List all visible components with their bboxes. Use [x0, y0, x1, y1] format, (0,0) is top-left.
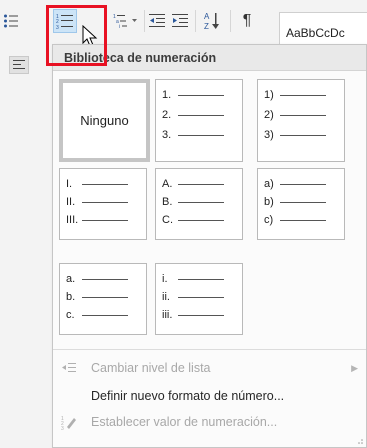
menu-item-label: Establecer valor de numeración... — [91, 415, 278, 429]
tile-row: 3) — [264, 128, 326, 142]
tile-row: I. — [66, 177, 128, 191]
numbering-none-tile[interactable]: Ninguno — [59, 79, 150, 162]
tile-row: ii. — [162, 290, 224, 304]
ribbon-separator — [195, 10, 196, 32]
tile-row: b) — [264, 195, 326, 209]
change-level-icon — [62, 363, 76, 372]
ribbon-separator — [144, 10, 145, 32]
bullets-icon — [4, 14, 18, 28]
sort-az-icon: A Z — [204, 12, 219, 31]
tile-row: iii. — [162, 308, 224, 322]
menu-item-label: Cambiar nivel de lista — [91, 361, 211, 375]
left-toolbar-strip — [0, 50, 48, 448]
tile-row: 2. — [162, 108, 224, 122]
change-list-level-menu-item[interactable]: Cambiar nivel de lista ▶ — [53, 355, 366, 381]
align-left-button[interactable] — [9, 56, 29, 74]
tile-row: a. — [66, 272, 128, 286]
numbering-tile-decimal-period[interactable]: 1. 2. 3. — [155, 79, 243, 162]
show-formatting-button[interactable]: ¶ — [238, 9, 256, 33]
sort-button[interactable]: A Z — [202, 9, 224, 33]
decrease-indent-icon — [149, 14, 165, 27]
tile-row: c. — [66, 308, 128, 322]
highlight-box — [46, 5, 107, 66]
numbering-tile-roman-lower[interactable]: i. ii. iii. — [155, 263, 243, 335]
pilcrow-icon: ¶ — [242, 12, 252, 29]
svg-text:A: A — [204, 12, 210, 21]
numbering-tile-alpha-lower-period[interactable]: a. b. c. — [59, 263, 147, 335]
menu-separator — [53, 349, 366, 350]
tile-row: c) — [264, 213, 326, 227]
define-number-format-menu-item[interactable]: Definir nuevo formato de número... — [53, 383, 366, 409]
svg-text:Z: Z — [204, 22, 209, 31]
svg-text:i: i — [119, 24, 120, 29]
increase-indent-icon — [172, 14, 188, 27]
numbering-tile-decimal-paren[interactable]: 1) 2) 3) — [257, 79, 345, 162]
tile-row: 1) — [264, 88, 326, 102]
svg-text:3: 3 — [61, 426, 64, 430]
tile-row: B. — [162, 195, 224, 209]
tile-row: i. — [162, 272, 224, 286]
tile-row: a) — [264, 177, 326, 191]
tile-row: 1. — [162, 88, 224, 102]
numbering-dropdown-panel: Biblioteca de numeración Ninguno 1. 2. 3… — [52, 44, 367, 448]
tile-row: C. — [162, 213, 224, 227]
increase-indent-button[interactable] — [170, 9, 190, 33]
style-preview-text: AaBbCcDc — [286, 26, 345, 40]
numbering-tile-alpha-upper[interactable]: A. B. C. — [155, 168, 243, 240]
tile-row: b. — [66, 290, 128, 304]
numbering-tile-roman-upper[interactable]: I. II. III. — [59, 168, 147, 240]
numbering-tile-alpha-lower-paren[interactable]: a) b) c) — [257, 168, 345, 240]
bullets-button[interactable] — [2, 9, 20, 33]
tile-row: II. — [66, 195, 128, 209]
tile-row: A. — [162, 177, 224, 191]
set-value-icon: 1 2 3 — [61, 416, 76, 430]
set-numbering-value-menu-item[interactable]: 1 2 3 Establecer valor de numeración... — [53, 409, 366, 435]
ribbon-separator — [230, 10, 231, 32]
tile-row: 3. — [162, 128, 224, 142]
multilevel-list-icon: 1 a i — [113, 14, 137, 29]
tile-row: III. — [66, 213, 128, 227]
decrease-indent-button[interactable] — [147, 9, 167, 33]
multilevel-list-button[interactable]: 1 a i — [112, 9, 142, 33]
menu-item-label: Definir nuevo formato de número... — [91, 389, 285, 403]
resize-grip-icon[interactable] — [356, 437, 364, 445]
tile-row: 2) — [264, 108, 326, 122]
tile-label: Ninguno — [80, 113, 129, 128]
submenu-arrow-icon: ▶ — [351, 363, 358, 373]
align-left-icon — [13, 60, 25, 69]
